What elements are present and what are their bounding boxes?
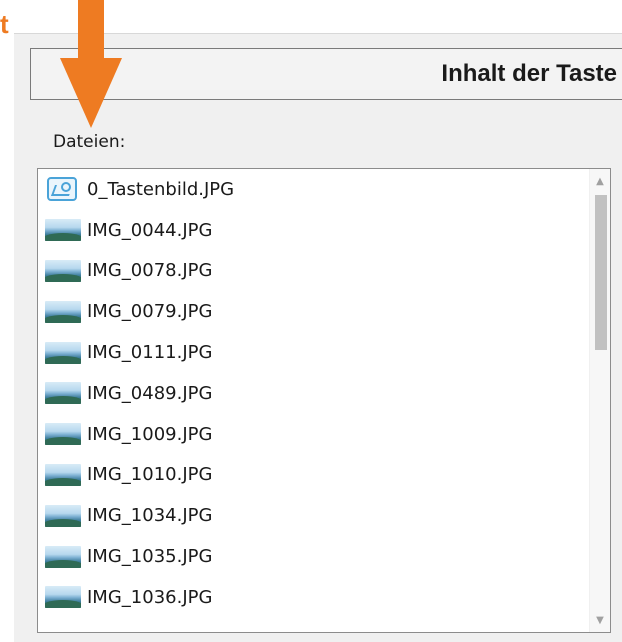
files-listbox[interactable]: 0_Tastenbild.JPG IMG_0044.JPG IMG_0078.JPG… xyxy=(37,168,611,633)
file-name: IMG_0111.JPG xyxy=(87,342,213,364)
file-name: IMG_1010.JPG xyxy=(87,464,213,486)
file-name: IMG_1035.JPG xyxy=(87,546,213,568)
list-item[interactable]: IMG_0079.JPG xyxy=(38,291,590,332)
image-thumbnail-icon xyxy=(45,341,81,365)
image-thumbnail-icon xyxy=(45,585,81,609)
file-name: IMG_0044.JPG xyxy=(87,219,213,241)
list-item[interactable]: IMG_1034.JPG xyxy=(38,495,590,536)
image-thumbnail-icon xyxy=(45,381,81,405)
list-item[interactable]: IMG_1035.JPG xyxy=(38,536,590,577)
list-item[interactable]: IMG_0078.JPG xyxy=(38,251,590,292)
files-label: Dateien: xyxy=(53,132,126,152)
list-item[interactable]: IMG_0111.JPG xyxy=(38,332,590,373)
file-name: IMG_0489.JPG xyxy=(87,382,213,404)
file-name: 0_Tastenbild.JPG xyxy=(87,178,235,200)
image-thumbnail-icon xyxy=(45,259,81,283)
list-item[interactable]: IMG_0044.JPG xyxy=(38,210,590,251)
list-item[interactable]: IMG_0489.JPG xyxy=(38,373,590,414)
list-item[interactable]: 0_Tastenbild.JPG xyxy=(38,169,590,210)
vertical-scrollbar[interactable]: ▲ ▼ xyxy=(589,169,610,632)
header-title: Inhalt der Taste xyxy=(441,60,617,87)
list-item[interactable]: IMG_1009.JPG xyxy=(38,414,590,455)
scroll-up-icon[interactable]: ▲ xyxy=(590,173,610,191)
image-thumbnail-icon xyxy=(45,422,81,446)
picture-file-icon xyxy=(45,177,81,202)
scroll-down-icon[interactable]: ▼ xyxy=(590,612,610,630)
file-name: IMG_0078.JPG xyxy=(87,260,213,282)
corner-text: t xyxy=(0,9,9,39)
file-name: IMG_1009.JPG xyxy=(87,423,213,445)
file-name: IMG_1034.JPG xyxy=(87,505,213,527)
list-item[interactable]: IMG_1010.JPG xyxy=(38,455,590,496)
file-name: IMG_0079.JPG xyxy=(87,301,213,323)
image-thumbnail-icon xyxy=(45,545,81,569)
scrollbar-thumb[interactable] xyxy=(595,195,607,350)
image-thumbnail-icon xyxy=(45,300,81,324)
file-list: 0_Tastenbild.JPG IMG_0044.JPG IMG_0078.JPG… xyxy=(38,169,590,618)
image-thumbnail-icon xyxy=(45,463,81,487)
image-thumbnail-icon xyxy=(45,218,81,242)
list-item[interactable]: IMG_1036.JPG xyxy=(38,577,590,618)
file-name: IMG_1036.JPG xyxy=(87,586,213,608)
orange-arrow-icon xyxy=(60,0,122,128)
image-thumbnail-icon xyxy=(45,504,81,528)
